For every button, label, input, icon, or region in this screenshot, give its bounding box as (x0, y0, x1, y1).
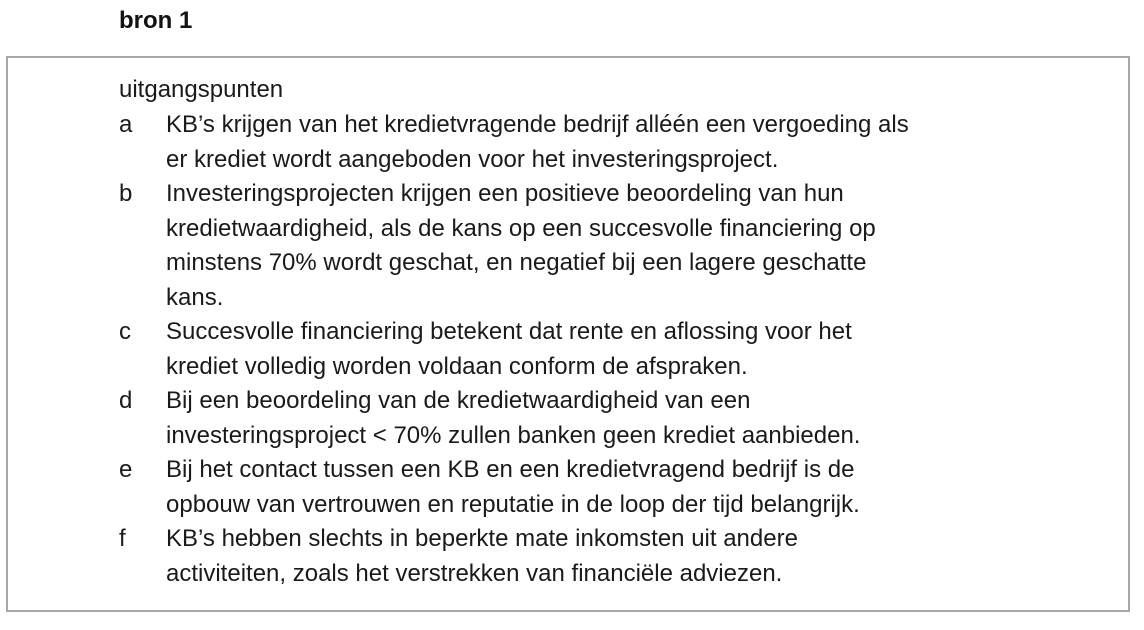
item-line: KB’s hebben slechts in beperkte mate ink… (166, 525, 798, 552)
list-item-e: e Bij het contact tussen een KB en een k… (119, 453, 1096, 522)
principles-list: a KB’s krijgen van het kredietvragende b… (119, 108, 1096, 591)
source-label: bron 1 (119, 7, 193, 34)
item-line: investeringsproject < 70% zullen banken … (166, 421, 861, 449)
item-text: Succesvolle financiering betekent dat re… (166, 315, 1096, 384)
item-line: kans. (166, 283, 224, 311)
item-letter: b (119, 180, 133, 207)
list-item-c: c Succesvolle financiering betekent dat … (119, 315, 1096, 384)
item-line: activiteiten, zoals het verstrekken van … (166, 559, 783, 587)
list-item-d: d Bij een beoordeling van de kredietwaar… (119, 384, 1096, 453)
item-letter: f (119, 525, 126, 552)
list-item-b: b Investeringsprojecten krijgen een posi… (119, 177, 1096, 315)
list-item-f: f KB’s hebben slechts in beperkte mate i… (119, 522, 1096, 591)
item-line: Investeringsprojecten krijgen een positi… (166, 180, 844, 207)
item-line: KB’s krijgen van het kredietvragende bed… (166, 111, 909, 138)
item-letter: a (119, 111, 133, 138)
item-line: minstens 70% wordt geschat, en negatief … (166, 249, 867, 276)
list-item-a: a KB’s krijgen van het kredietvragende b… (119, 108, 1096, 177)
item-text: Bij een beoordeling van de kredietwaardi… (166, 384, 1096, 453)
item-line: opbouw van vertrouwen en reputatie in de… (166, 490, 860, 518)
item-text: KB’s hebben slechts in beperkte mate ink… (166, 522, 1096, 591)
item-line: Bij een beoordeling van de kredietwaardi… (166, 387, 751, 414)
item-letter: c (119, 318, 131, 345)
item-text: KB’s krijgen van het kredietvragende bed… (166, 108, 1096, 177)
item-line: krediet volledig worden voldaan conform … (166, 352, 748, 380)
item-line: Succesvolle financiering betekent dat re… (166, 318, 852, 345)
item-text: Investeringsprojecten krijgen een positi… (166, 177, 1096, 315)
list-heading: uitgangspunten (119, 76, 284, 103)
item-letter: e (119, 456, 133, 483)
item-letter: d (119, 387, 133, 414)
item-line: kredietwaardigheid, als de kans op een s… (166, 214, 876, 242)
item-line: Bij het contact tussen een KB en een kre… (166, 456, 855, 483)
item-text: Bij het contact tussen een KB en een kre… (166, 453, 1096, 522)
item-line: er krediet wordt aangeboden voor het inv… (166, 145, 779, 173)
